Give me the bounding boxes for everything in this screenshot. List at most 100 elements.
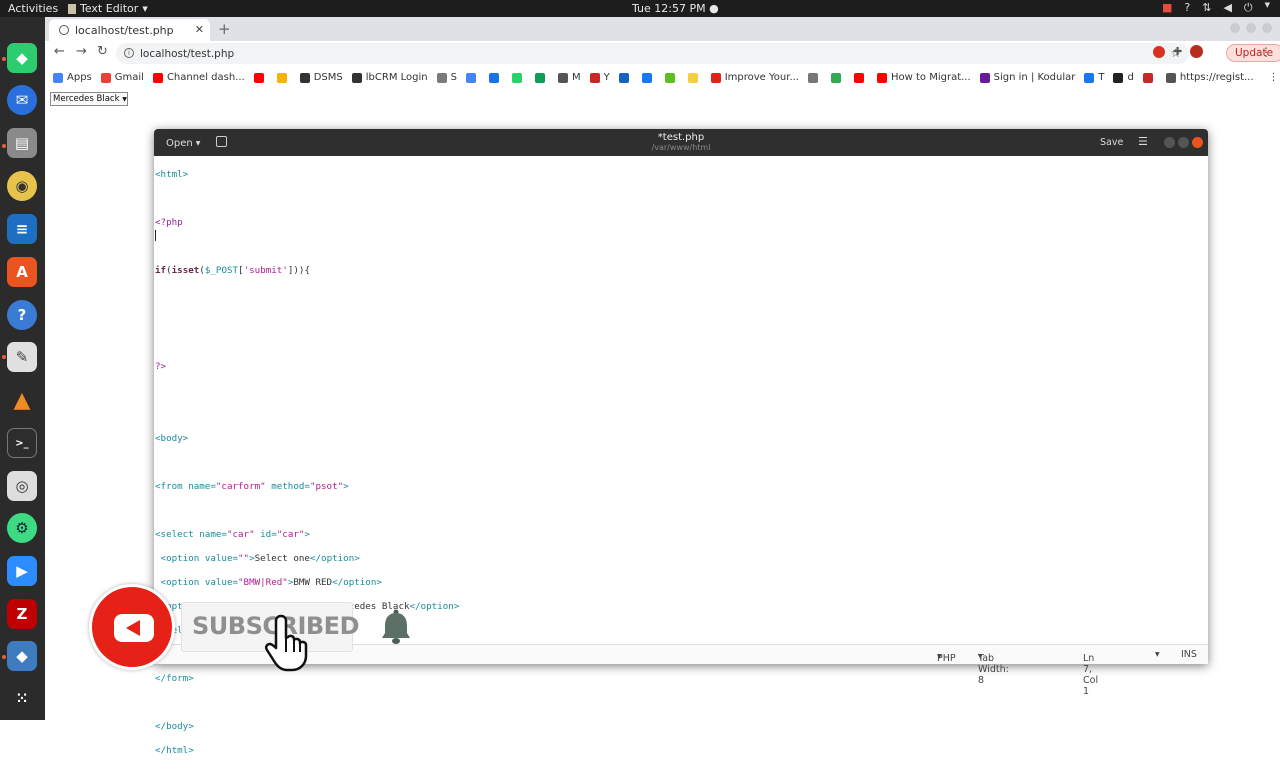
bell-icon bbox=[382, 609, 410, 644]
bookmark-item[interactable] bbox=[807, 72, 822, 83]
thunderbird-icon[interactable]: ✉ bbox=[7, 85, 37, 115]
network-icon[interactable]: ⇅ bbox=[1202, 1, 1211, 15]
browser-tab[interactable]: localhost/test.php ✕ bbox=[49, 19, 210, 41]
help-icon[interactable]: ? bbox=[7, 300, 37, 330]
bookmark-item[interactable]: Apps bbox=[53, 72, 92, 83]
profile-avatar[interactable] bbox=[1190, 45, 1204, 58]
bookmark-label: d bbox=[1127, 72, 1134, 83]
globe-icon bbox=[59, 25, 69, 35]
minimize-button[interactable] bbox=[1230, 23, 1240, 33]
bookmark-item[interactable] bbox=[641, 72, 656, 83]
show-applications-icon[interactable]: ⁙ bbox=[7, 684, 37, 714]
bookmark-item[interactable]: How to Migrat... bbox=[876, 72, 971, 83]
extension-icon[interactable] bbox=[1153, 45, 1165, 58]
bookmark-item[interactable]: Improve Your... bbox=[710, 72, 799, 83]
bookmark-item[interactable]: T bbox=[1084, 72, 1104, 83]
files-icon[interactable]: ▤ bbox=[7, 128, 37, 158]
chevron-down-icon[interactable]: ▼ bbox=[1265, 1, 1270, 15]
bookmark-item[interactable]: https://regist... bbox=[1165, 72, 1254, 83]
volume-icon[interactable]: ◀ bbox=[1223, 1, 1231, 15]
chevron-down-icon: ▼ bbox=[978, 653, 983, 660]
bookmark-item[interactable]: Y bbox=[589, 72, 610, 83]
code-editor[interactable]: <html> <?php if(isset($_POST['submit']))… bbox=[155, 157, 459, 781]
bookmark-item[interactable] bbox=[465, 72, 480, 83]
vlc-icon[interactable]: ▲ bbox=[7, 385, 37, 415]
maximize-button[interactable] bbox=[1178, 137, 1189, 148]
rhythmbox-icon[interactable]: ◉ bbox=[7, 171, 37, 201]
bookmark-item[interactable] bbox=[1142, 72, 1157, 83]
info-icon[interactable]: i bbox=[124, 48, 134, 58]
writer-icon[interactable]: ≡ bbox=[7, 214, 37, 244]
car-select[interactable]: Mercedes Black ▼ bbox=[50, 92, 128, 106]
bookmarks-overflow-icon[interactable]: ⋮ bbox=[1269, 72, 1279, 83]
system-tray[interactable]: ■ ? ⇅ ◀ ⏻ ▼ bbox=[1162, 1, 1270, 15]
bookmark-favicon-icon bbox=[664, 72, 675, 83]
software-center-icon[interactable]: A bbox=[7, 257, 37, 287]
bookmark-label: T bbox=[1098, 72, 1105, 83]
save-button[interactable]: Save bbox=[1100, 137, 1123, 148]
address-bar[interactable]: i localhost/test.php ☆ bbox=[116, 43, 1189, 64]
bookmark-favicon-icon bbox=[979, 72, 990, 83]
bookmark-favicon-icon bbox=[687, 72, 698, 83]
bookmark-item[interactable]: M bbox=[557, 72, 581, 83]
maximize-button[interactable] bbox=[1246, 23, 1256, 33]
close-tab-icon[interactable]: ✕ bbox=[195, 23, 204, 36]
bookmark-item[interactable] bbox=[664, 72, 679, 83]
extensions-area: ✚ bbox=[1153, 45, 1204, 58]
bookmark-item[interactable]: S bbox=[436, 72, 457, 83]
app-menu[interactable]: Text Editor ▼ bbox=[68, 2, 148, 15]
terminal-icon[interactable]: >_ bbox=[7, 428, 37, 458]
bookmark-favicon-icon bbox=[276, 72, 287, 83]
text-editor-icon[interactable]: ✎ bbox=[7, 342, 37, 372]
minimize-button[interactable] bbox=[1164, 137, 1175, 148]
tab-strip: localhost/test.php ✕ + bbox=[45, 17, 1280, 41]
forward-arrow-icon[interactable]: → bbox=[76, 44, 87, 59]
bookmark-item[interactable] bbox=[276, 72, 291, 83]
virtualbox-icon[interactable]: ◆ bbox=[7, 641, 37, 671]
bookmark-item[interactable] bbox=[618, 72, 633, 83]
zoom-icon[interactable]: ▶ bbox=[7, 556, 37, 586]
bookmark-item[interactable] bbox=[511, 72, 526, 83]
bookmark-item[interactable] bbox=[253, 72, 268, 83]
chevron-down-icon: ▼ bbox=[142, 4, 148, 13]
tab-title: localhost/test.php bbox=[75, 23, 174, 37]
bookmark-item[interactable] bbox=[687, 72, 702, 83]
bookmark-label: Y bbox=[603, 72, 610, 83]
bookmark-item[interactable] bbox=[853, 72, 868, 83]
bookmark-item[interactable] bbox=[830, 72, 845, 83]
code-line: <html> bbox=[155, 169, 189, 180]
new-tab-icon[interactable]: + bbox=[218, 20, 231, 38]
running-indicator bbox=[2, 57, 6, 61]
kebab-menu-icon[interactable]: ⋮ bbox=[1260, 45, 1272, 59]
chevron-down-icon[interactable]: ▼ bbox=[1155, 651, 1160, 658]
bookmark-item[interactable]: lbCRM Login bbox=[351, 72, 428, 83]
bookmark-item[interactable] bbox=[488, 72, 503, 83]
cube-app-icon[interactable]: ◆ bbox=[7, 43, 37, 73]
android-studio-icon[interactable]: ⚙ bbox=[7, 513, 37, 543]
help-icon[interactable]: ? bbox=[1184, 1, 1190, 15]
screen-recorder-icon[interactable]: ■ bbox=[1162, 1, 1172, 15]
bookmark-item[interactable]: DSMS bbox=[299, 72, 343, 83]
screenshot-icon[interactable]: ◎ bbox=[7, 471, 37, 501]
power-icon[interactable]: ⏻ bbox=[1244, 1, 1253, 15]
play-triangle-icon bbox=[126, 620, 140, 636]
bookmark-item[interactable]: Channel dash... bbox=[152, 72, 245, 83]
clock[interactable]: Tue 12:57 PM ● bbox=[632, 2, 719, 15]
back-arrow-icon[interactable]: ← bbox=[54, 44, 65, 59]
bookmark-item[interactable]: Sign in | Kodular bbox=[979, 72, 1075, 83]
bookmark-item[interactable]: d bbox=[1113, 72, 1134, 83]
filezilla-icon[interactable]: Z bbox=[7, 599, 37, 629]
hamburger-menu-icon[interactable]: ☰ bbox=[1138, 135, 1148, 148]
close-window-button[interactable] bbox=[1192, 137, 1203, 148]
window-controls bbox=[1230, 23, 1272, 33]
close-window-button[interactable] bbox=[1262, 23, 1272, 33]
bookmark-item[interactable]: Gmail bbox=[100, 72, 144, 83]
bookmark-favicon-icon bbox=[1165, 72, 1176, 83]
reload-icon[interactable]: ↻ bbox=[97, 44, 108, 59]
activities-button[interactable]: Activities bbox=[0, 2, 62, 15]
editor-headerbar: Open ▼ *test.php /var/www/html Save ☰ bbox=[154, 129, 1208, 156]
puzzle-icon[interactable]: ✚ bbox=[1173, 45, 1182, 58]
bookmark-favicon-icon bbox=[1084, 72, 1095, 83]
bookmark-item[interactable] bbox=[534, 72, 549, 83]
